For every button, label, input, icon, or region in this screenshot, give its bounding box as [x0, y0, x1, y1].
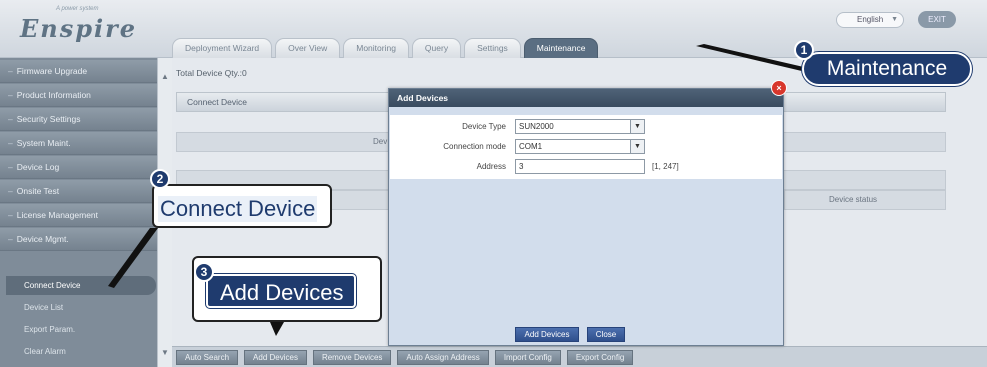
callout-badge-1: 1 [794, 40, 814, 60]
callout-connect-device: Connect Device [152, 184, 332, 228]
leader-add-devices [270, 322, 284, 336]
callout-connect-device-text: Connect Device [158, 196, 318, 222]
callout-add-devices-text: Add Devices [220, 280, 344, 305]
app-window: A power system Enspire English ▼ EXIT De… [0, 0, 987, 367]
leader-connect-device [108, 228, 158, 288]
callout-maintenance: Maintenance [802, 52, 972, 86]
callout-badge-3: 3 [194, 262, 214, 282]
callout-maintenance-text: Maintenance [826, 57, 948, 80]
callout-add-devices: Add Devices [192, 256, 382, 322]
callout-add-devices-box: Add Devices [206, 274, 356, 308]
callout-badge-2: 2 [150, 169, 170, 189]
leader-maintenance [696, 44, 808, 72]
